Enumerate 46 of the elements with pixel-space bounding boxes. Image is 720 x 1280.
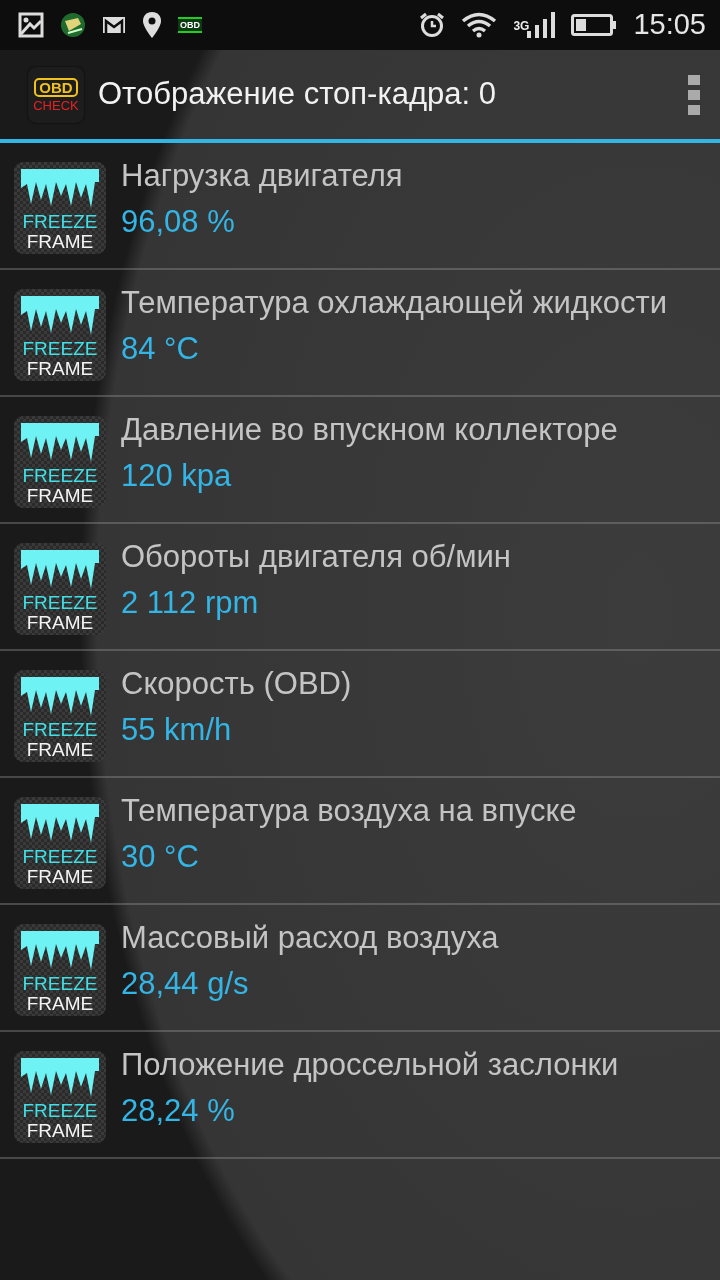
overflow-menu-button[interactable]	[688, 74, 700, 115]
frame-label: FRAME	[26, 613, 94, 632]
frame-label: FRAME	[26, 867, 94, 886]
battery-icon	[571, 13, 618, 37]
network-type-label: 3G	[513, 18, 530, 35]
location-pin-icon	[142, 11, 162, 39]
parameter-value: 84 °C	[121, 330, 200, 368]
parameter-name: Температура воздуха на впуске	[121, 792, 577, 830]
parameter-value: 2 112 rpm	[121, 584, 260, 622]
freeze-label: FREEZE	[22, 720, 98, 739]
freeze-label: FREEZE	[22, 847, 98, 866]
parameter-name: Положение дроссельной заслонки	[121, 1046, 619, 1084]
parameter-name: Скорость (OBD)	[121, 665, 352, 703]
parameter-name: Давление во впускном коллекторе	[121, 411, 618, 449]
alarm-icon	[419, 12, 446, 38]
screen-title: Отображение стоп-кадра: 0	[98, 75, 496, 114]
app-icon	[60, 12, 86, 38]
frame-label: FRAME	[26, 1121, 94, 1140]
wifi-icon	[461, 12, 498, 38]
parameter-value: 120 kpa	[121, 457, 233, 495]
logo-obd-text: OBD	[34, 77, 78, 97]
logo-check-text: CHECK	[33, 98, 79, 112]
freeze-label: FREEZE	[22, 466, 98, 485]
mail-icon	[102, 15, 126, 35]
clock-time: 15:05	[633, 7, 706, 43]
parameter-value: 96,08 %	[121, 203, 236, 241]
parameter-value: 28,24 %	[121, 1092, 236, 1130]
parameter-value: 28,44 g/s	[121, 965, 250, 1003]
freeze-label: FREEZE	[22, 339, 98, 358]
image-icon	[18, 12, 44, 38]
frame-label: FRAME	[26, 359, 94, 378]
frame-label: FRAME	[26, 994, 94, 1013]
freeze-label: FREEZE	[22, 974, 98, 993]
parameter-name: Массовый расход воздуха	[121, 919, 499, 957]
parameter-value: 30 °C	[121, 838, 200, 876]
frame-label: FRAME	[26, 232, 94, 251]
freeze-label: FREEZE	[22, 1101, 98, 1120]
parameter-name: Обороты двигателя об/мин	[121, 538, 511, 576]
frame-label: FRAME	[26, 740, 94, 759]
parameter-name: Нагрузка двигателя	[121, 157, 403, 195]
frame-label: FRAME	[26, 486, 94, 505]
freeze-label: FREEZE	[22, 212, 98, 231]
freeze-label: FREEZE	[22, 593, 98, 612]
parameter-value: 55 km/h	[121, 711, 233, 749]
obd-app-icon: OBD	[178, 17, 202, 33]
parameter-name: Температура охлаждающей жидкости	[121, 284, 668, 322]
